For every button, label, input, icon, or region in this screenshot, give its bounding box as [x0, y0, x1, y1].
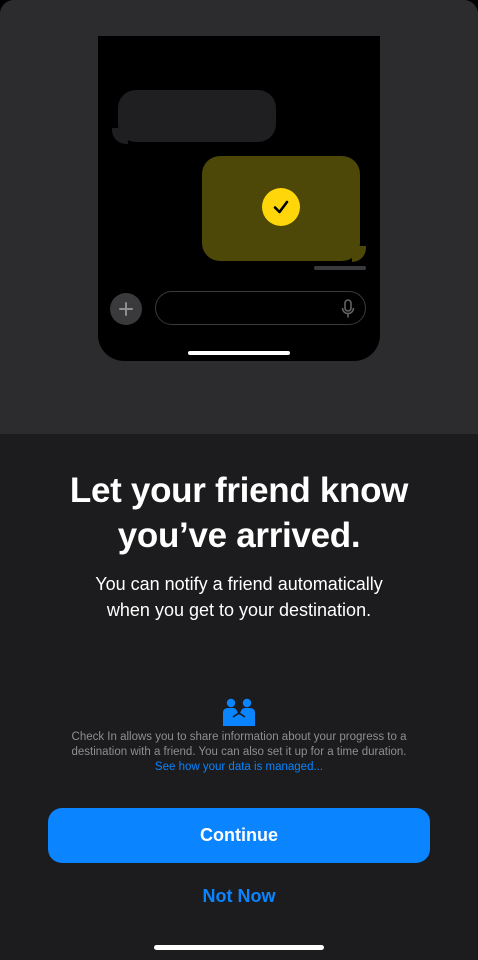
headline-line-1: Let your friend know: [69, 471, 409, 510]
check-in-sheet: Let your friend know you’ve arrived. You…: [0, 0, 478, 960]
incoming-message-bubble: [118, 90, 276, 142]
continue-button-label: Continue: [200, 825, 278, 845]
illustration-panel: [0, 0, 478, 434]
plus-icon: [110, 293, 142, 325]
headline-line-2: you’ve arrived.: [117, 516, 361, 555]
delivered-indicator: [314, 266, 366, 270]
microphone-icon: [341, 299, 355, 318]
privacy-line-1: Check In allows you to share information…: [71, 731, 407, 743]
message-field: [155, 291, 366, 325]
subtitle-line-2: when you get to your destination.: [106, 600, 372, 620]
privacy-line-2: destination with a friend. You can also …: [71, 746, 407, 758]
continue-button[interactable]: Continue: [48, 808, 430, 863]
not-now-button-label: Not Now: [202, 885, 276, 906]
privacy-handshake-icon: [223, 698, 255, 726]
phone-mockup: [98, 36, 380, 361]
subtitle-line-1: You can notify a friend automatically: [95, 574, 383, 594]
phone-home-indicator: [188, 351, 290, 355]
not-now-button[interactable]: Not Now: [139, 880, 339, 912]
home-indicator[interactable]: [154, 945, 324, 950]
privacy-notice: Check In allows you to share information…: [30, 730, 448, 775]
headline: Let your friend know you’ve arrived.: [0, 468, 478, 558]
checkmark-icon: [262, 188, 300, 226]
data-management-link[interactable]: See how your data is managed...: [30, 760, 448, 775]
subtitle: You can notify a friend automatically wh…: [0, 571, 478, 623]
